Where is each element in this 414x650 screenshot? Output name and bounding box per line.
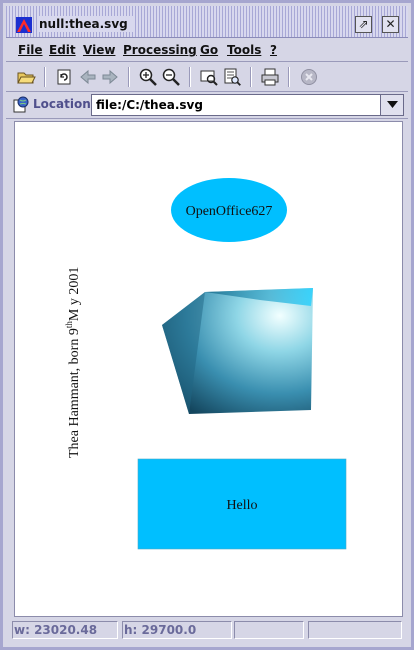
status-cell-3 [234, 621, 304, 639]
menu-edit[interactable]: Edit [49, 43, 76, 57]
toolbar-separator [288, 67, 290, 87]
location-dropdown-button[interactable] [380, 94, 404, 116]
maximize-button[interactable]: ⇗ [355, 16, 372, 33]
caption-suffix: M y 2001 [67, 267, 82, 321]
close-button[interactable]: ✕ [382, 16, 399, 33]
ellipse-label: OpenOffice627 [186, 204, 273, 219]
rectangle-shape[interactable]: Hello [137, 458, 347, 550]
app-icon [16, 17, 32, 33]
maximize-icon: ⇗ [358, 17, 369, 31]
svg-canvas[interactable]: OpenOffice627 Thea Hammant, born 9thM y … [14, 121, 403, 617]
cube-shape[interactable] [162, 288, 313, 414]
status-width: w: 23020.48 [12, 621, 118, 639]
find-icon[interactable] [199, 67, 219, 87]
chevron-down-icon [387, 101, 398, 108]
svg-document: OpenOffice627 Thea Hammant, born 9thM y … [64, 178, 347, 550]
menu-processing[interactable]: Processing [123, 43, 197, 57]
location-icon [13, 96, 29, 113]
zoom-out-icon[interactable] [161, 67, 181, 87]
menu-file[interactable]: File [18, 43, 43, 57]
status-bar: w: 23020.48 h: 29700.0 [6, 619, 408, 641]
title-bar[interactable]: null:thea.svg ⇗ ✕ [6, 6, 408, 38]
zoom-in-icon[interactable] [138, 67, 158, 87]
menu-view[interactable]: View [83, 43, 115, 57]
reload-icon[interactable] [54, 67, 74, 87]
toolbar-separator [128, 67, 130, 87]
menu-tools[interactable]: Tools [227, 43, 261, 57]
menu-help[interactable]: ? [270, 43, 277, 57]
status-height: h: 29700.0 [122, 621, 232, 639]
application-window: null:thea.svg ⇗ ✕ File Edit View Process… [0, 0, 414, 650]
back-arrow-icon[interactable] [78, 67, 98, 87]
location-input[interactable]: file:/C:/thea.svg [91, 94, 381, 116]
ellipse-shape[interactable]: OpenOffice627 [171, 178, 287, 242]
forward-arrow-icon[interactable] [100, 67, 120, 87]
stop-icon[interactable] [299, 67, 319, 87]
open-folder-icon[interactable] [16, 67, 36, 87]
status-cell-4 [308, 621, 402, 639]
toolbar [6, 62, 408, 92]
vertical-caption: Thea Hammant, born 9thM y 2001 [64, 267, 82, 458]
view-source-icon[interactable] [222, 67, 242, 87]
location-bar: Location: file:/C:/thea.svg [6, 92, 408, 119]
caption-prefix: Thea Hammant, born 9 [67, 328, 82, 458]
print-icon[interactable] [260, 67, 280, 87]
close-icon: ✕ [385, 17, 396, 31]
rectangle-label: Hello [226, 498, 257, 513]
toolbar-separator [189, 67, 191, 87]
menu-bar: File Edit View Processing Go Tools ? [6, 39, 408, 62]
toolbar-separator [44, 67, 46, 87]
toolbar-separator [250, 67, 252, 87]
menu-go[interactable]: Go [200, 43, 218, 57]
window-title: null:thea.svg [39, 16, 134, 32]
location-label: Location: [33, 97, 96, 111]
